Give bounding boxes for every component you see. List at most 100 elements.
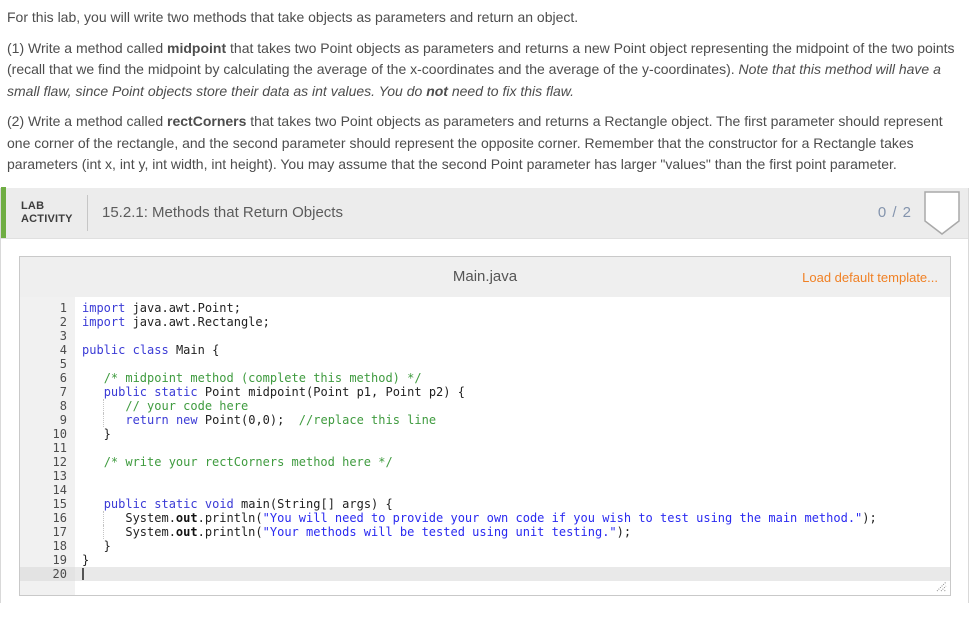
code-token: /* write your rectCorners method here */	[103, 454, 393, 469]
code-token: }	[82, 426, 111, 441]
line-number: 4	[59, 342, 67, 357]
code-token: class	[132, 342, 169, 357]
code-token: .println(	[197, 510, 263, 525]
code-token: java.awt.Rectangle;	[125, 314, 270, 329]
editor-code-area[interactable]: 1 2 3 4 5 6 7 8 9 10 11 12 13 14 15 16 17 18 19 20 import j…	[20, 296, 950, 595]
code-line[interactable]: // your code here	[75, 398, 950, 413]
code-line[interactable]	[75, 566, 950, 581]
code-line[interactable]: public class Main {	[75, 343, 950, 357]
instruction-paragraph: For this lab, you will write two methods…	[7, 7, 963, 29]
text-run: (1) Write a method called	[7, 39, 168, 56]
line-number: 6	[59, 370, 67, 385]
code-token: /* midpoint method (complete this method…	[103, 370, 422, 385]
activity-score: 0 / 2	[877, 204, 912, 221]
code-token: java.awt.Point;	[125, 300, 241, 315]
activity-title: 15.2.1: Methods that Return Objects	[102, 204, 343, 221]
header-divider	[87, 194, 88, 231]
lab-activity-header-bar: LAB ACTIVITY 15.2.1: Methods that Return…	[1, 187, 968, 239]
text-run: need to fix this flaw.	[447, 82, 575, 99]
line-number: 8	[59, 398, 67, 413]
code-token: "You will need to provide your own code …	[262, 510, 863, 525]
lab-activity-label-line1: LAB	[21, 199, 45, 212]
editor-header: Main.java Load default template...	[20, 256, 950, 297]
activity-accent-stripe	[1, 187, 6, 238]
code-token: }	[82, 552, 90, 567]
text-run: midpoint	[167, 39, 227, 56]
line-number: 9	[59, 412, 67, 427]
text-run: (2) Write a method called	[7, 113, 168, 129]
code-token: Main {	[168, 342, 220, 357]
text-run: For this lab, you will write two methods…	[7, 9, 579, 25]
instructions: For this lab, you will write two methods…	[0, 0, 969, 176]
code-token: import	[82, 314, 126, 329]
indent-guide	[103, 412, 104, 427]
indent-guide	[103, 524, 104, 539]
code-line[interactable]	[75, 469, 950, 483]
line-number: 5	[59, 356, 67, 371]
code-token: .println(	[197, 524, 263, 539]
code-token: System.	[82, 510, 176, 525]
line-number: 13	[52, 468, 67, 483]
code-token: System.	[82, 524, 176, 539]
code-line[interactable]: /* midpoint method (complete this method…	[75, 371, 950, 385]
code-token: public	[82, 342, 126, 357]
code-token: Point midpoint(Point p1, Point p2) {	[197, 384, 465, 399]
editor-code-lines: import java.awt.Point; import java.awt.Re…	[75, 297, 950, 581]
code-token: out	[175, 524, 198, 539]
code-line[interactable]: /* write your rectCorners method here */	[75, 455, 950, 469]
code-line[interactable]: System.out.println("Your methods will be…	[75, 524, 950, 539]
code-token: return	[125, 412, 169, 427]
code-line[interactable]: }	[75, 539, 950, 553]
lab-activity-label-line2: ACTIVITY	[21, 212, 73, 225]
code-line[interactable]	[75, 483, 950, 497]
text-run: not	[426, 82, 448, 99]
code-token: void	[204, 496, 234, 511]
code-line[interactable]: import java.awt.Point;	[75, 301, 950, 315]
code-line[interactable]: }	[75, 427, 950, 441]
line-number: 2	[59, 314, 67, 329]
resize-handle[interactable]	[933, 578, 947, 592]
code-line[interactable]: public static void main(String[] args) {	[75, 497, 950, 511]
code-token: new	[175, 412, 198, 427]
line-number: 15	[52, 496, 67, 511]
instruction-paragraph: (1) Write a method called midpoint that …	[7, 38, 963, 103]
line-number: 20	[20, 566, 75, 581]
line-number: 7	[59, 384, 67, 399]
code-line[interactable]: return new Point(0,0); //replace this li…	[75, 412, 950, 427]
code-token: main(String[] args) {	[233, 496, 393, 511]
code-token: static	[154, 384, 198, 399]
indent-guide	[103, 398, 104, 413]
code-token: out	[175, 510, 198, 525]
code-line[interactable]: }	[75, 553, 950, 567]
code-line[interactable]	[75, 329, 950, 343]
indent-guide	[103, 510, 104, 525]
code-token: Point(0,0);	[197, 412, 299, 427]
code-token: import	[82, 300, 126, 315]
lab-activity-label: LAB ACTIVITY	[21, 200, 83, 226]
code-line[interactable]: import java.awt.Rectangle;	[75, 315, 950, 329]
line-number: 14	[52, 482, 67, 497]
line-number: 1	[59, 300, 67, 315]
score-badge-icon	[924, 190, 960, 235]
code-line[interactable]: public static Point midpoint(Point p1, P…	[75, 385, 950, 399]
line-number: 3	[59, 328, 67, 343]
code-token: "Your methods will be tested using unit …	[262, 524, 617, 539]
code-token: public	[103, 384, 148, 399]
code-line[interactable]	[75, 441, 950, 455]
line-number: 19	[52, 552, 67, 567]
code-line[interactable]: System.out.println("You will need to pro…	[75, 510, 950, 525]
lab-activity-section: LAB ACTIVITY 15.2.1: Methods that Return…	[0, 187, 969, 603]
code-token: );	[862, 510, 877, 525]
code-line[interactable]	[75, 357, 950, 371]
load-default-template-link[interactable]: Load default template...	[802, 270, 938, 285]
line-number: 18	[52, 538, 67, 553]
code-editor: Main.java Load default template... 12345…	[19, 255, 951, 596]
line-number: 16	[52, 510, 67, 525]
